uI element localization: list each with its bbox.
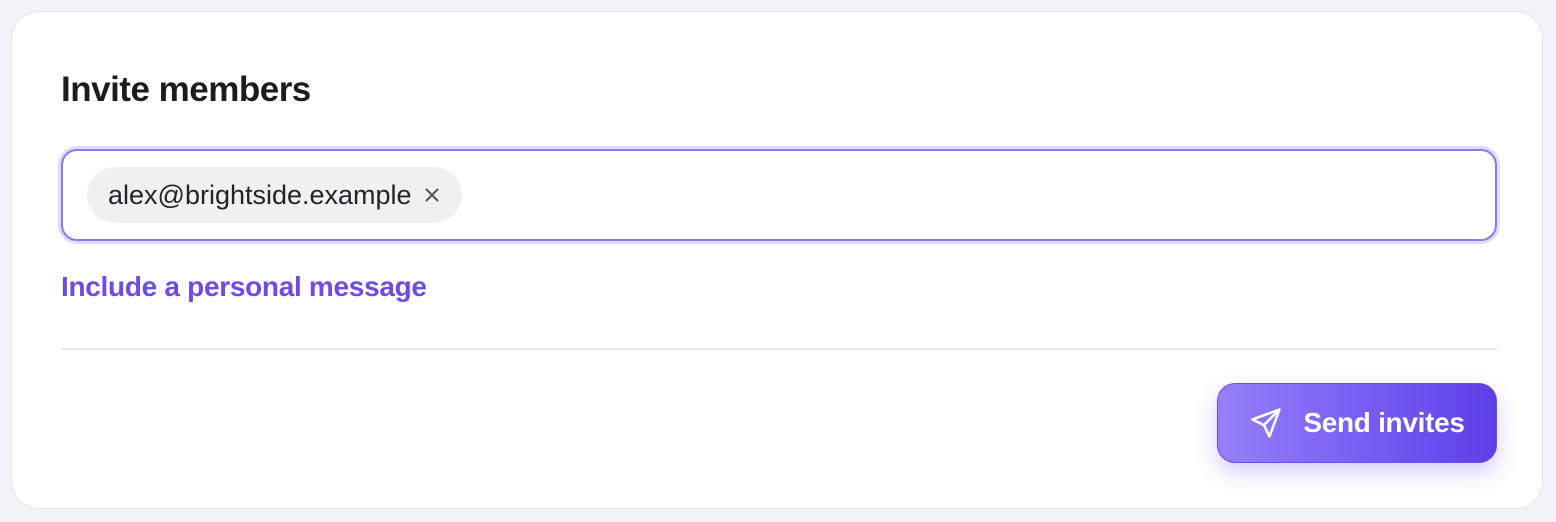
send-invites-button[interactable]: Send invites bbox=[1217, 383, 1497, 463]
email-input[interactable] bbox=[471, 167, 1495, 223]
email-chip: alex@brightside.example bbox=[87, 167, 462, 223]
invite-members-card: Invite members alex@brightside.example I… bbox=[11, 11, 1543, 509]
panel-title: Invite members bbox=[61, 70, 311, 109]
send-invites-label: Send invites bbox=[1303, 407, 1465, 438]
invite-email-field[interactable]: alex@brightside.example bbox=[61, 149, 1497, 241]
paper-plane-icon bbox=[1249, 406, 1283, 440]
email-chip-label: alex@brightside.example bbox=[108, 179, 412, 210]
divider bbox=[61, 348, 1497, 350]
include-personal-message-link[interactable]: Include a personal message bbox=[61, 267, 427, 307]
close-icon[interactable] bbox=[422, 185, 442, 205]
